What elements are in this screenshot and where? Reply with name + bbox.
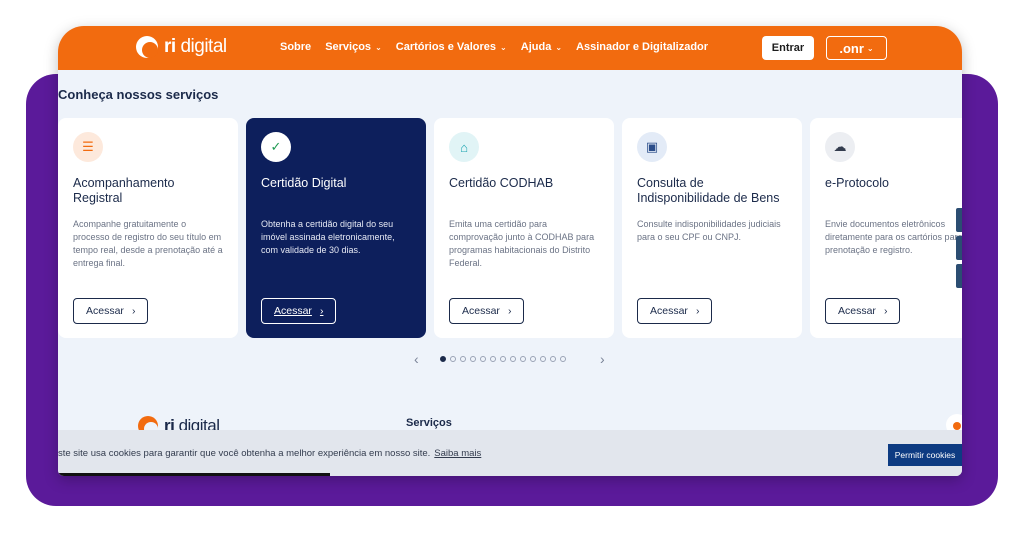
service-card-indisponibilidade[interactable]: ▣ Consulta de Indisponibilidade de Bens …	[622, 118, 802, 338]
entrar-button[interactable]: Entrar	[762, 36, 814, 60]
carousel-dot[interactable]	[510, 356, 516, 362]
chevron-right-icon: ›	[319, 305, 324, 317]
chevron-right-icon: ›	[695, 305, 700, 317]
onr-dropdown-button[interactable]: .onr ⌄	[826, 36, 887, 60]
card-description: Envie documentos eletrônicos diretamente…	[825, 219, 962, 255]
card-title: Acompanhamento Registral	[73, 176, 175, 205]
nav-item-sobre[interactable]: Sobre	[280, 41, 311, 53]
nav-item-ajuda[interactable]: Ajuda ⌄	[521, 41, 562, 53]
card-title: Consulta de Indisponibilidade de Bens	[637, 176, 780, 205]
section-title: Conheça nossos serviços	[58, 87, 219, 102]
logo-mark-icon	[136, 36, 158, 58]
checklist-icon: ☰	[73, 132, 103, 162]
card-title: Certidão Digital	[261, 176, 347, 190]
chevron-down-icon: ⌄	[375, 42, 382, 52]
house-icon: ⌂	[449, 132, 479, 162]
carousel-next-arrow-icon[interactable]: ›	[600, 351, 605, 367]
card-description: Consulte indisponibilidades judiciais pa…	[637, 219, 781, 242]
cookie-text: ste site usa cookies para garantir que v…	[58, 447, 482, 459]
chevron-right-icon: ›	[507, 305, 512, 317]
acessar-button[interactable]: Acessar ›	[449, 298, 525, 324]
acessar-button[interactable]: Acessar ›	[637, 298, 713, 324]
footer-servicos-heading: Serviços	[406, 417, 452, 429]
service-card-codhab[interactable]: ⌂ Certidão CODHAB Emita uma certidão par…	[434, 118, 614, 338]
bottom-bar	[58, 473, 330, 476]
carousel-dot[interactable]	[560, 356, 566, 362]
screenshot-stage: ri digital Sobre Serviços ⌄ Cartórios e V…	[0, 0, 1024, 536]
document-check-icon: ✓	[261, 132, 291, 162]
cloud-upload-icon: ☁	[825, 132, 855, 162]
carousel-dot[interactable]	[550, 356, 556, 362]
card-description: Emita uma certidão para comprovação junt…	[449, 219, 595, 268]
browser-window: ri digital Sobre Serviços ⌄ Cartórios e V…	[58, 26, 962, 476]
logo-text: ri digital	[164, 36, 227, 57]
permitir-cookies-button[interactable]: Permitir cookies	[888, 444, 962, 466]
carousel-dot[interactable]	[490, 356, 496, 362]
carousel-prev-arrow-icon[interactable]: ‹	[414, 351, 419, 367]
card-description: Obtenha a certidão digital do seu imóvel…	[261, 219, 395, 255]
card-title: e-Protocolo	[825, 176, 889, 190]
acessar-button[interactable]: Acessar ›	[261, 298, 337, 324]
carousel-dot[interactable]	[540, 356, 546, 362]
chevron-down-icon: ⌄	[555, 42, 563, 52]
carousel-dot[interactable]	[440, 356, 446, 362]
carousel-dot[interactable]	[460, 356, 466, 362]
side-tab[interactable]	[956, 208, 962, 232]
carousel-dot[interactable]	[450, 356, 456, 362]
service-card-certidao-digital[interactable]: ✓ Certidão Digital Obtenha a certidão di…	[246, 118, 426, 338]
side-tab[interactable]	[956, 264, 962, 288]
carousel-dot[interactable]	[470, 356, 476, 362]
acessar-button[interactable]: Acessar ›	[73, 298, 149, 324]
carousel-dot[interactable]	[530, 356, 536, 362]
chevron-right-icon: ›	[131, 305, 136, 317]
chevron-right-icon: ›	[883, 305, 888, 317]
card-title: Certidão CODHAB	[449, 176, 554, 190]
side-tab[interactable]	[956, 236, 962, 260]
service-card-acompanhamento[interactable]: ☰ Acompanhamento Registral Acompanhe gra…	[58, 118, 238, 338]
service-card-e-protocolo[interactable]: ☁ e-Protocolo Envie documentos eletrônic…	[810, 118, 962, 338]
carousel-dot[interactable]	[500, 356, 506, 362]
lock-icon: ▣	[637, 132, 667, 162]
top-navigation-bar: ri digital Sobre Serviços ⌄ Cartórios e V…	[58, 26, 962, 70]
acessar-button[interactable]: Acessar ›	[825, 298, 901, 324]
ri-digital-logo[interactable]: ri digital	[136, 36, 227, 58]
card-description: Acompanhe gratuitamente o processo de re…	[73, 219, 223, 268]
chevron-down-icon: ⌄	[866, 43, 874, 53]
nav-item-cartorios[interactable]: Cartórios e Valores ⌄	[396, 41, 507, 53]
cookie-banner: ste site usa cookies para garantir que v…	[58, 430, 962, 476]
carousel-dot[interactable]	[520, 356, 526, 362]
saiba-mais-link[interactable]: Saiba mais	[434, 448, 481, 459]
services-carousel: ☰ Acompanhamento Registral Acompanhe gra…	[58, 118, 962, 338]
nav-item-assinador[interactable]: Assinador e Digitalizador	[576, 41, 708, 53]
main-nav: Sobre Serviços ⌄ Cartórios e Valores ⌄ Aju…	[280, 41, 708, 53]
nav-item-servicos[interactable]: Serviços ⌄	[325, 41, 382, 53]
chevron-down-icon: ⌄	[500, 42, 507, 52]
side-floating-tabs	[956, 208, 962, 288]
carousel-dot[interactable]	[480, 356, 486, 362]
carousel-dots	[440, 356, 566, 362]
